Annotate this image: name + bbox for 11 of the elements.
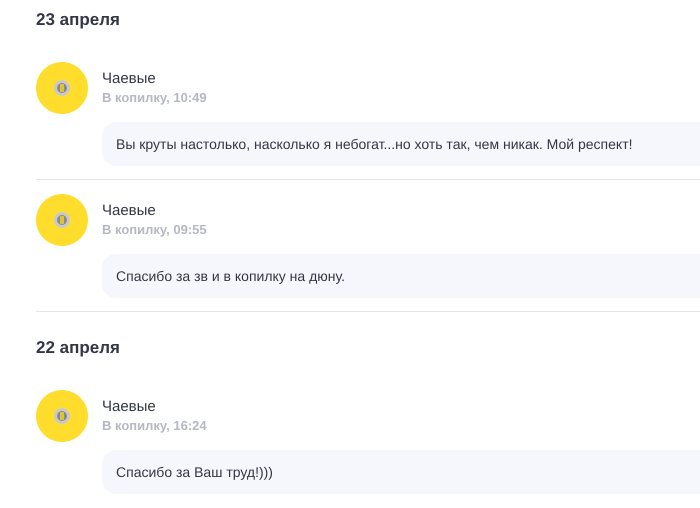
message-meta: В копилку, 09:55 — [102, 221, 207, 239]
message-bubble: Вы круты настолько, насколько я небогат...но хоть так, чем никак. Мой респект! — [102, 122, 700, 166]
message-meta: В копилку, 16:24 — [102, 417, 207, 435]
date-heading: 22 апреля — [36, 337, 121, 359]
message-bubble: Спасибо за зв и в копилку на дюну. — [102, 254, 700, 298]
message-meta: В копилку, 10:49 — [102, 89, 207, 107]
author-name: Чаевые — [102, 201, 157, 221]
author-name: Чаевые — [102, 397, 157, 417]
date-heading: 23 апреля — [36, 9, 121, 31]
author-name: Чаевые — [102, 69, 157, 89]
message-bubble: Спасибо за Ваш труд!))) — [102, 450, 700, 494]
